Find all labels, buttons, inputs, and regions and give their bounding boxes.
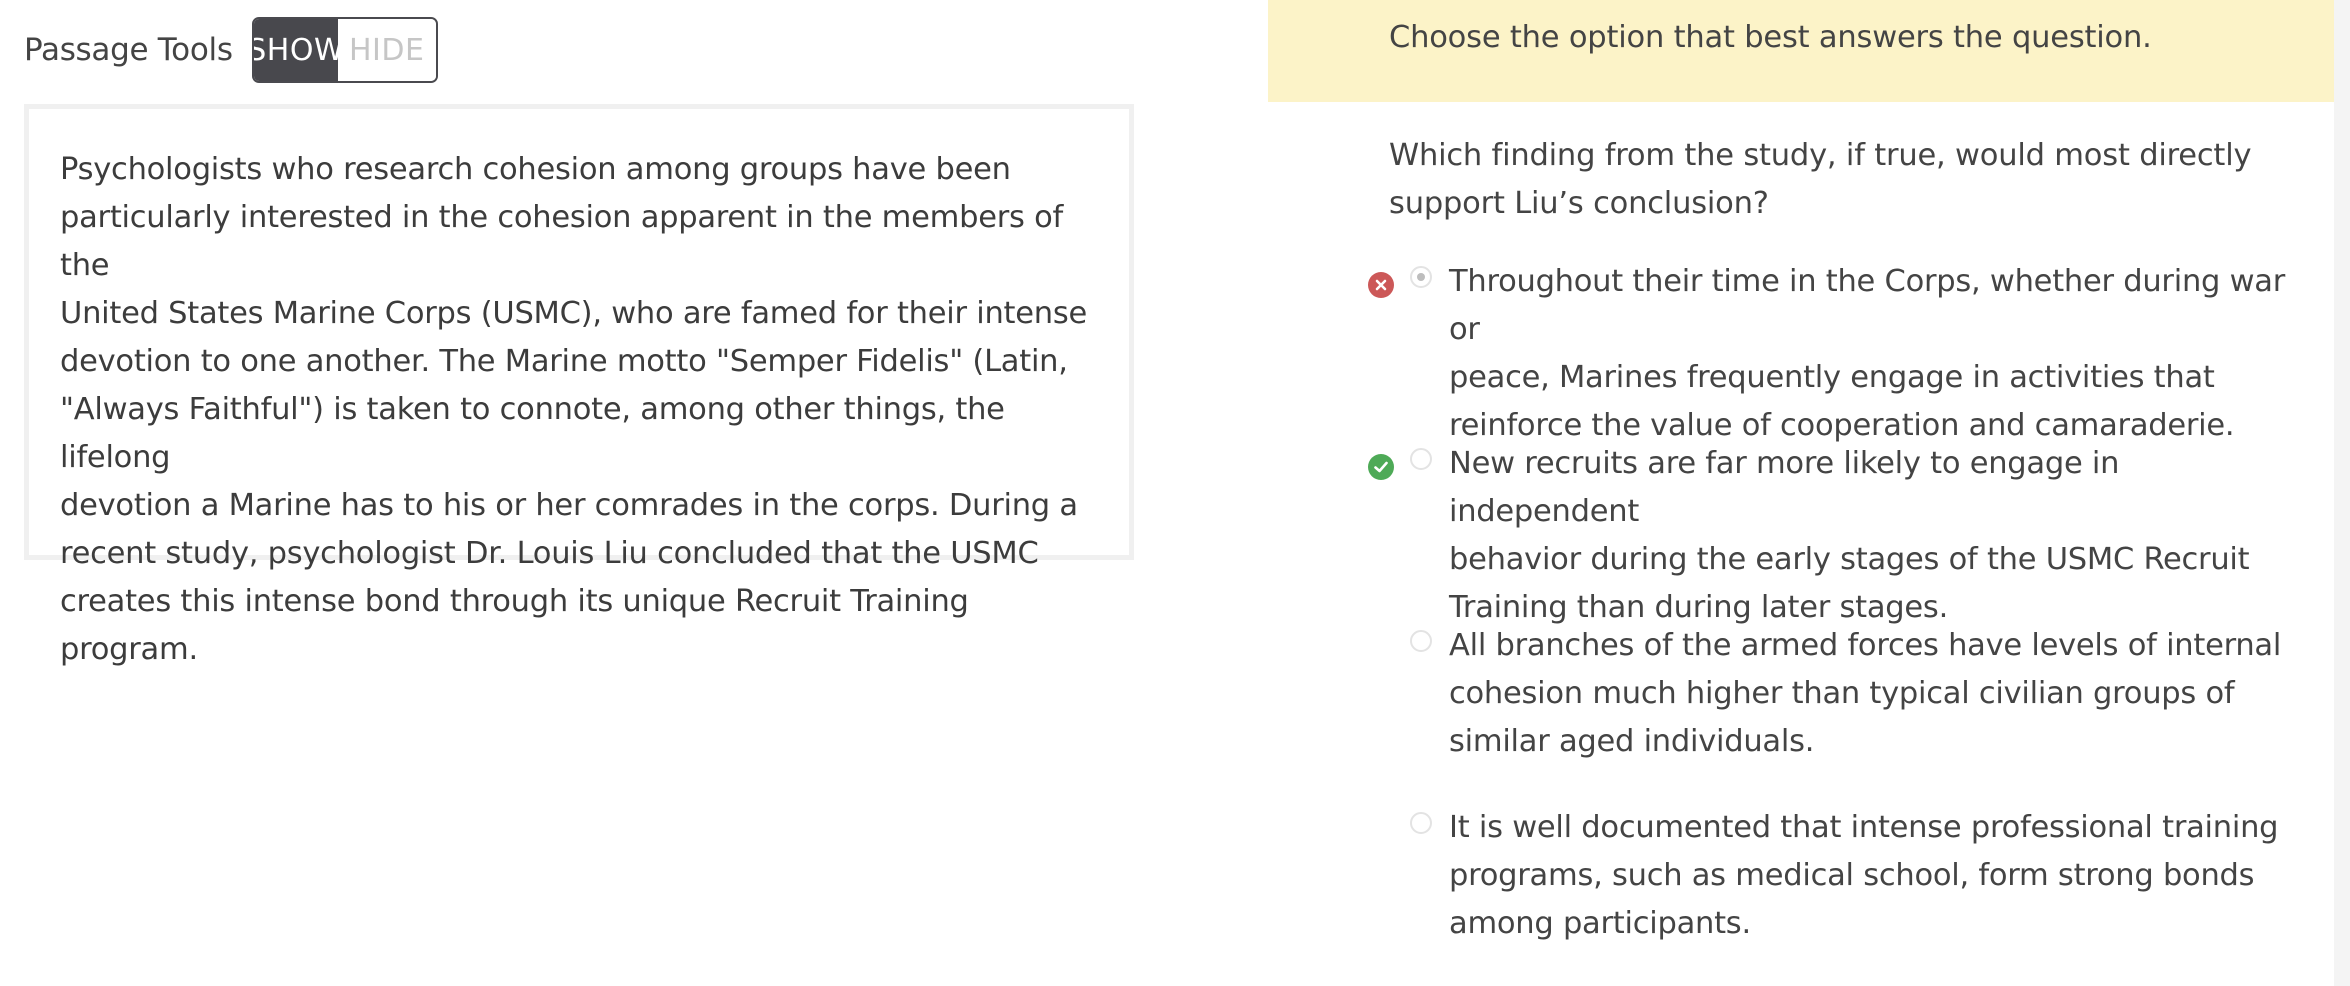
passage-line: devotion to one another. The Marine mott… (60, 344, 1068, 379)
passage-line: recent study, psychologist Dr. Louis Liu… (60, 536, 1039, 571)
question-pane: Choose the option that best answers the … (1268, 0, 2334, 986)
question-line: support Liu’s conclusion? (1389, 186, 1769, 221)
choice-line: It is well documented that intense profe… (1449, 810, 2279, 845)
choice-line: programs, such as medical school, form s… (1449, 858, 2255, 893)
incorrect-x-icon (1368, 272, 1394, 298)
hide-button[interactable]: HIDE (337, 19, 436, 81)
choice-line: similar aged individuals. (1449, 724, 1815, 759)
choice-radio-selected[interactable] (1410, 266, 1432, 288)
scrollbar-track[interactable] (2334, 0, 2350, 986)
question-text: Which finding from the study, if true, w… (1389, 132, 2289, 228)
choice-line: New recruits are far more likely to enga… (1449, 446, 2120, 529)
correct-check-icon (1368, 454, 1394, 480)
question-line: Which finding from the study, if true, w… (1389, 138, 2252, 173)
choice-line: behavior during the early stages of the … (1449, 542, 2250, 577)
passage-line: Psychologists who research cohesion amon… (60, 152, 1011, 187)
passage-line: particularly interested in the cohesion … (60, 200, 1064, 283)
choice-line: Throughout their time in the Corps, whet… (1449, 264, 2286, 347)
instruction-banner: Choose the option that best answers the … (1268, 0, 2334, 102)
choice-text[interactable]: New recruits are far more likely to enga… (1449, 440, 2309, 632)
passage-box: Psychologists who research cohesion amon… (24, 104, 1134, 667)
passage-line: United States Marine Corps (USMC), who a… (60, 296, 1087, 331)
choice-line: All branches of the armed forces have le… (1449, 628, 2282, 663)
passage-text: Psychologists who research cohesion amon… (60, 146, 1098, 674)
choice-line: reinforce the value of cooperation and c… (1449, 408, 2235, 443)
choice-radio[interactable] (1410, 812, 1432, 834)
choice-radio[interactable] (1410, 630, 1432, 652)
passage-toggle: SHOW HIDE (251, 17, 438, 83)
choice-text[interactable]: It is well documented that intense profe… (1449, 804, 2309, 948)
choice-line: cohesion much higher than typical civili… (1449, 676, 2235, 711)
radio-dot (1417, 273, 1425, 281)
choice-radio[interactable] (1410, 448, 1432, 470)
passage-tools-label: Passage Tools (24, 32, 233, 68)
passage-tools-bar: Passage Tools SHOW HIDE (24, 16, 438, 84)
choice-line: peace, Marines frequently engage in acti… (1449, 360, 2215, 395)
show-button[interactable]: SHOW (253, 19, 344, 81)
passage-line: devotion a Marine has to his or her comr… (60, 488, 1078, 523)
choice-text[interactable]: All branches of the armed forces have le… (1449, 622, 2309, 766)
choice-line: Training than during later stages. (1449, 590, 1949, 625)
choice-text[interactable]: Throughout their time in the Corps, whet… (1449, 258, 2309, 450)
passage-pane: Passage Tools SHOW HIDE Psychologists wh… (0, 0, 1160, 986)
passage-line: "Always Faithful") is taken to connote, … (60, 392, 1005, 475)
choice-line: among participants. (1449, 906, 1751, 941)
passage-line: creates this intense bond through its un… (60, 584, 969, 667)
